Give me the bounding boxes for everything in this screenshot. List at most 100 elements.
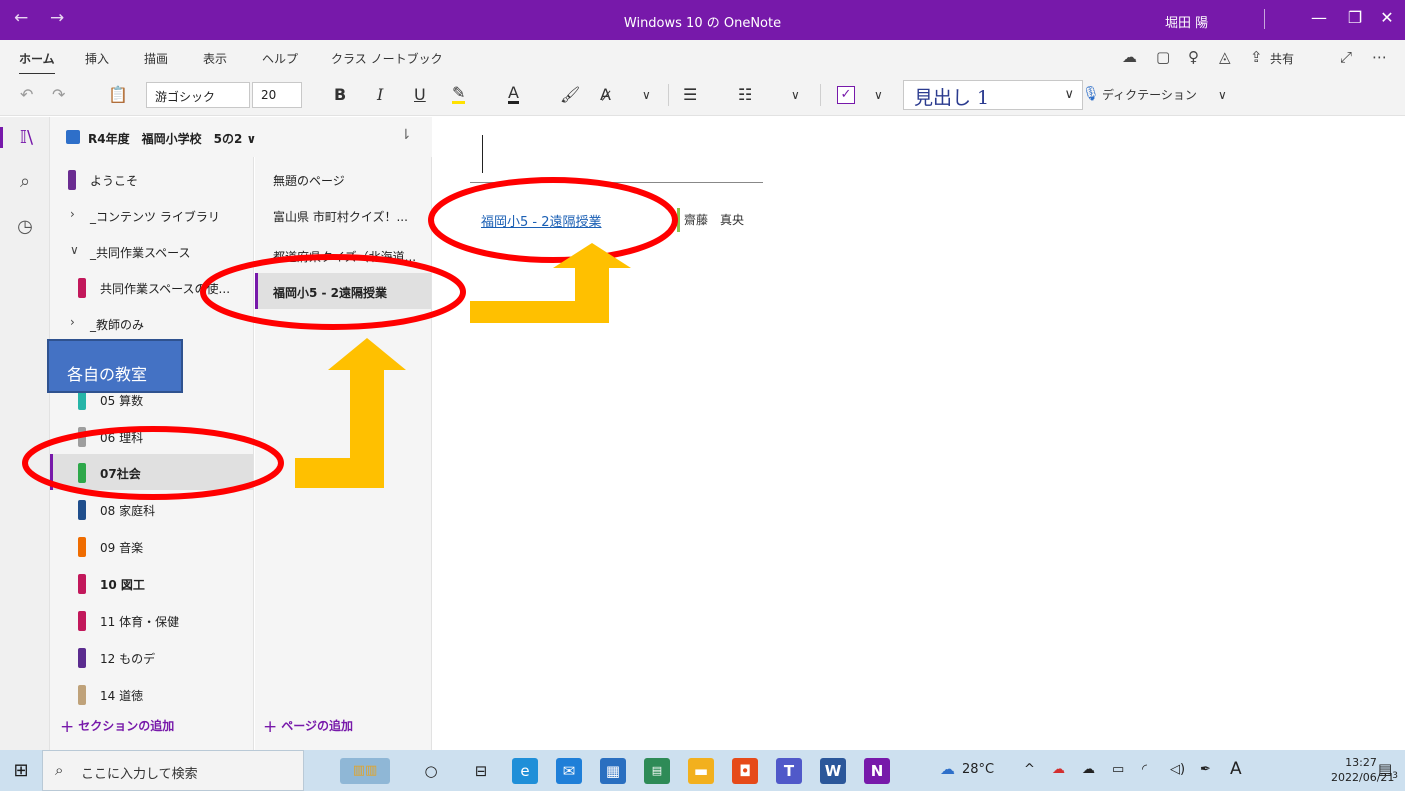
minimize-icon[interactable]: —	[1304, 8, 1334, 27]
microphone-icon[interactable]: 🎙	[1082, 86, 1100, 102]
onenote-window: ← → Windows 10 の OneNote 堀田 陽 — ❐ ✕ ホーム …	[0, 0, 1405, 791]
restore-icon[interactable]: ❐	[1340, 8, 1370, 27]
ime-indicator[interactable]: A	[1230, 759, 1242, 779]
heading-style-dropdown[interactable]: 見出し 1 ∨	[903, 80, 1083, 110]
notebooks-icon[interactable]: 𝕀\	[0, 127, 50, 148]
notebook-header[interactable]: R4年度 福岡小学校 5の2 ∨ ⇂	[50, 117, 432, 157]
section-item[interactable]: 08 家庭科	[50, 491, 253, 527]
search-icon[interactable]: ⌕	[0, 171, 50, 192]
numbered-list-icon[interactable]: ☷	[738, 85, 752, 104]
font-color-button[interactable]: A	[508, 85, 519, 104]
share-icon[interactable]: ⇪	[1250, 48, 1263, 66]
taskbar-search-box[interactable]: ⌕ ここに入力して検索	[42, 750, 304, 791]
onedrive-error-icon[interactable]: ☁	[1052, 762, 1065, 777]
user-name[interactable]: 堀田 陽	[1165, 12, 1208, 31]
add-section-button[interactable]: + セクションの追加	[60, 717, 174, 737]
section-item[interactable]: 06 理科	[50, 418, 253, 454]
section-item[interactable]: 12 ものデ	[50, 639, 253, 675]
tab-help[interactable]: ヘルプ	[262, 50, 298, 67]
wifi-icon[interactable]: ◜	[1142, 762, 1147, 777]
section-item-selected[interactable]: 07社会	[50, 454, 253, 490]
bell-icon[interactable]: ◬	[1219, 48, 1231, 66]
edge-icon[interactable]: e	[512, 758, 538, 784]
page-item-selected[interactable]: 福岡小5 - 2遠隔授業	[255, 273, 431, 309]
section-item[interactable]: ようこそ	[50, 161, 253, 197]
chevron-down-icon[interactable]: ∨	[791, 88, 800, 102]
chevron-right-icon[interactable]: ›	[70, 315, 75, 329]
cortana-icon[interactable]: ○	[418, 758, 444, 784]
notebook-title[interactable]: R4年度 福岡小学校 5の2 ∨	[88, 130, 256, 147]
page-link[interactable]: 福岡小5 - 2遠隔授業	[481, 211, 602, 230]
page-item[interactable]: 都道府県クイズ（北海道...	[255, 237, 431, 273]
format-painter-icon[interactable]: 🖌	[560, 85, 580, 104]
chevron-right-icon[interactable]: ›	[70, 207, 75, 221]
italic-button[interactable]: I	[377, 85, 383, 104]
pen-icon[interactable]: ✒	[1200, 762, 1211, 777]
section-group-item[interactable]: › _コンテンツ ライブラリ	[50, 197, 253, 233]
undo-icon[interactable]: ↶	[20, 85, 33, 104]
teams-icon[interactable]: T	[776, 758, 802, 784]
task-view-icon[interactable]: ⊟	[468, 758, 494, 784]
sync-icon[interactable]: ☁	[1122, 48, 1137, 66]
store-icon[interactable]: ▦	[600, 758, 626, 784]
font-size-box[interactable]: 20	[252, 82, 302, 108]
section-item[interactable]: 09 音楽	[50, 528, 253, 564]
app-icon[interactable]: ▤	[644, 758, 670, 784]
tab-view[interactable]: 表示	[203, 50, 227, 67]
page-view-icon[interactable]: ▢	[1156, 48, 1170, 66]
weather-icon[interactable]: ☁	[940, 760, 955, 778]
notification-icon[interactable]: ▤3	[1378, 760, 1398, 781]
chevron-down-icon[interactable]: ∨	[70, 243, 79, 257]
sort-icon[interactable]: ⇂	[400, 127, 412, 143]
add-page-button[interactable]: + ページの追加	[263, 717, 353, 737]
font-name-box[interactable]: 游ゴシック	[146, 82, 250, 108]
speaker-icon[interactable]: ◁)	[1170, 762, 1185, 777]
underline-button[interactable]: U	[414, 85, 426, 104]
todo-checkbox-icon[interactable]: ✓	[837, 86, 855, 104]
lightbulb-icon[interactable]: ♀	[1188, 48, 1199, 66]
section-label: 12 ものデ	[100, 652, 156, 666]
section-item[interactable]: 共同作業スペースの使...	[50, 269, 253, 305]
chevron-down-icon[interactable]: ∨	[874, 88, 883, 102]
chevron-down-icon[interactable]: ∨	[642, 88, 651, 102]
share-button[interactable]: 共有	[1270, 50, 1294, 67]
chevron-down-icon[interactable]: ∨	[1218, 88, 1227, 102]
close-icon[interactable]: ✕	[1372, 8, 1402, 27]
section-group-item[interactable]: ∨ _共同作業スペース	[50, 233, 253, 269]
bold-button[interactable]: B	[334, 85, 346, 104]
dictation-button[interactable]: ディクテーション	[1102, 86, 1197, 103]
onenote-icon[interactable]: N	[864, 758, 890, 784]
tab-home[interactable]: ホーム	[19, 50, 55, 75]
temperature-text[interactable]: 28°C	[962, 762, 994, 777]
page-label: 福岡小5 - 2遠隔授業	[273, 286, 388, 300]
clipboard-icon[interactable]: 📋	[108, 85, 128, 104]
page-label: 富山県 市町村クイズ！...	[273, 210, 408, 224]
tab-insert[interactable]: 挿入	[85, 50, 109, 67]
clear-formatting-icon[interactable]: A̷	[600, 85, 611, 104]
highlight-pen-icon[interactable]: ✎	[452, 85, 466, 104]
recent-clock-icon[interactable]: ◷	[0, 216, 50, 237]
chevron-up-icon[interactable]: ^	[1024, 762, 1035, 777]
tab-draw[interactable]: 描画	[144, 50, 168, 67]
page-item[interactable]: 富山県 市町村クイズ！...	[255, 197, 431, 233]
author-indicator	[677, 208, 680, 232]
redo-icon[interactable]: ↷	[52, 85, 65, 104]
windows-start-icon[interactable]: ⊞	[8, 758, 34, 784]
file-explorer-icon[interactable]: ▬	[688, 758, 714, 784]
expand-icon[interactable]: ⤢	[1340, 48, 1352, 66]
search-highlight-icon[interactable]: ▥▥	[340, 758, 390, 784]
mail-icon[interactable]: ✉	[556, 758, 582, 784]
more-options-icon[interactable]: ⋯	[1372, 48, 1387, 66]
section-item[interactable]: 10 図工	[50, 565, 253, 601]
cloud-icon[interactable]: ☁	[1082, 762, 1095, 777]
section-group-item[interactable]: › _教師のみ	[50, 305, 253, 341]
word-icon[interactable]: W	[820, 758, 846, 784]
bullet-list-icon[interactable]: ☰	[683, 85, 697, 104]
tab-class-notebook[interactable]: クラス ノートブック	[331, 50, 443, 67]
section-item[interactable]: 11 体育・保健	[50, 602, 253, 638]
office-icon[interactable]: ◘	[732, 758, 758, 784]
page-item[interactable]: 無題のページ	[255, 161, 431, 197]
section-item[interactable]: 14 道徳	[50, 676, 253, 712]
battery-icon[interactable]: ▭	[1112, 762, 1124, 777]
windows-taskbar: ⊞ ⌕ ここに入力して検索 ▥▥ ○ ⊟ e ✉ ▦ ▤ ▬ ◘ T W N ☁…	[0, 750, 1405, 791]
